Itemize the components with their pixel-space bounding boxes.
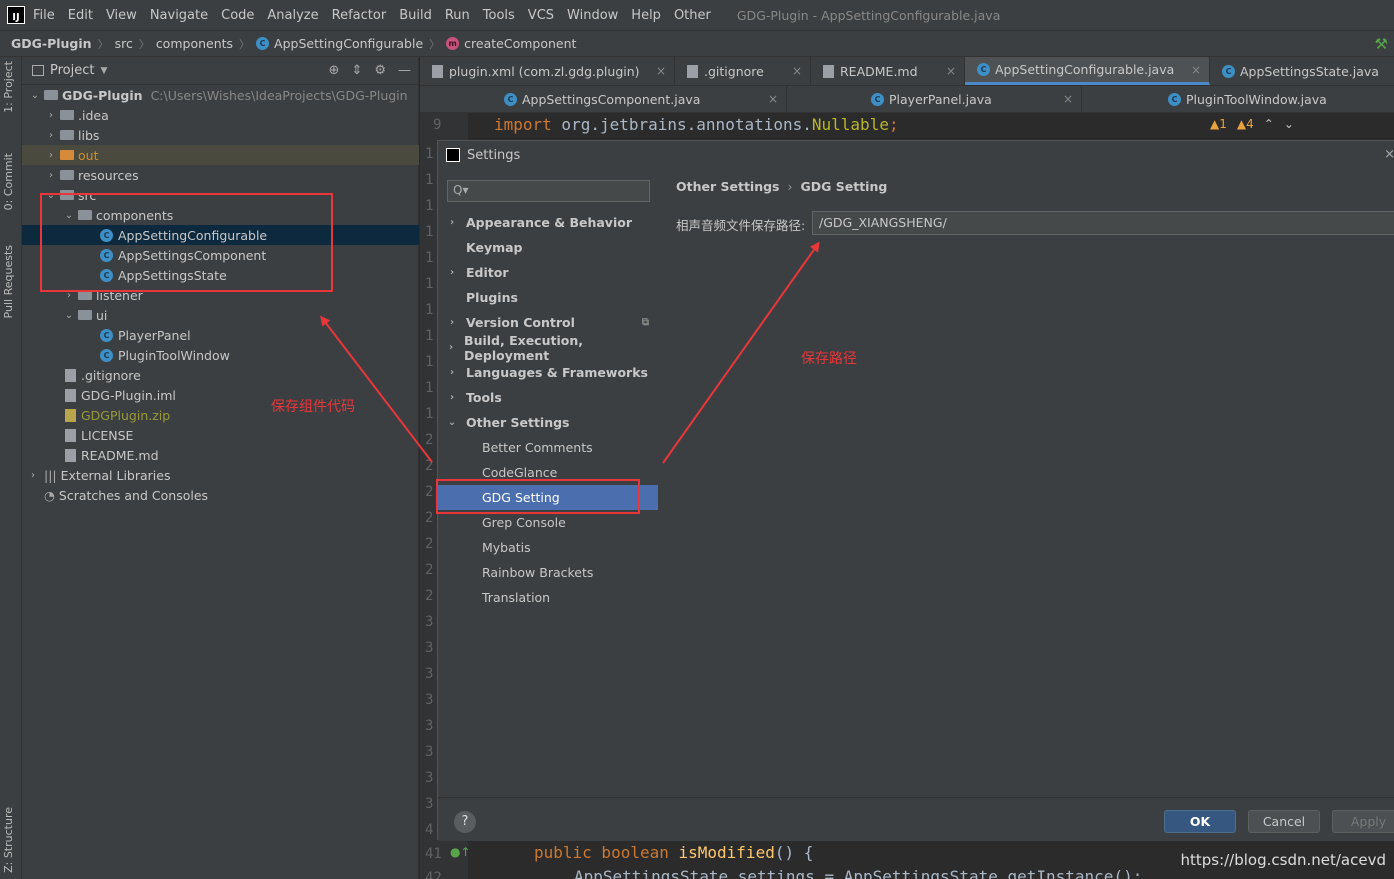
annotation-arrows: [320, 241, 820, 464]
watermark: https://blog.csdn.net/acevd: [1180, 851, 1386, 869]
ide-window: IJ File Edit View Navigate Code Analyze …: [0, 0, 1394, 879]
arrow-to-components: [320, 315, 433, 463]
arrow-to-save-path: [662, 241, 820, 464]
